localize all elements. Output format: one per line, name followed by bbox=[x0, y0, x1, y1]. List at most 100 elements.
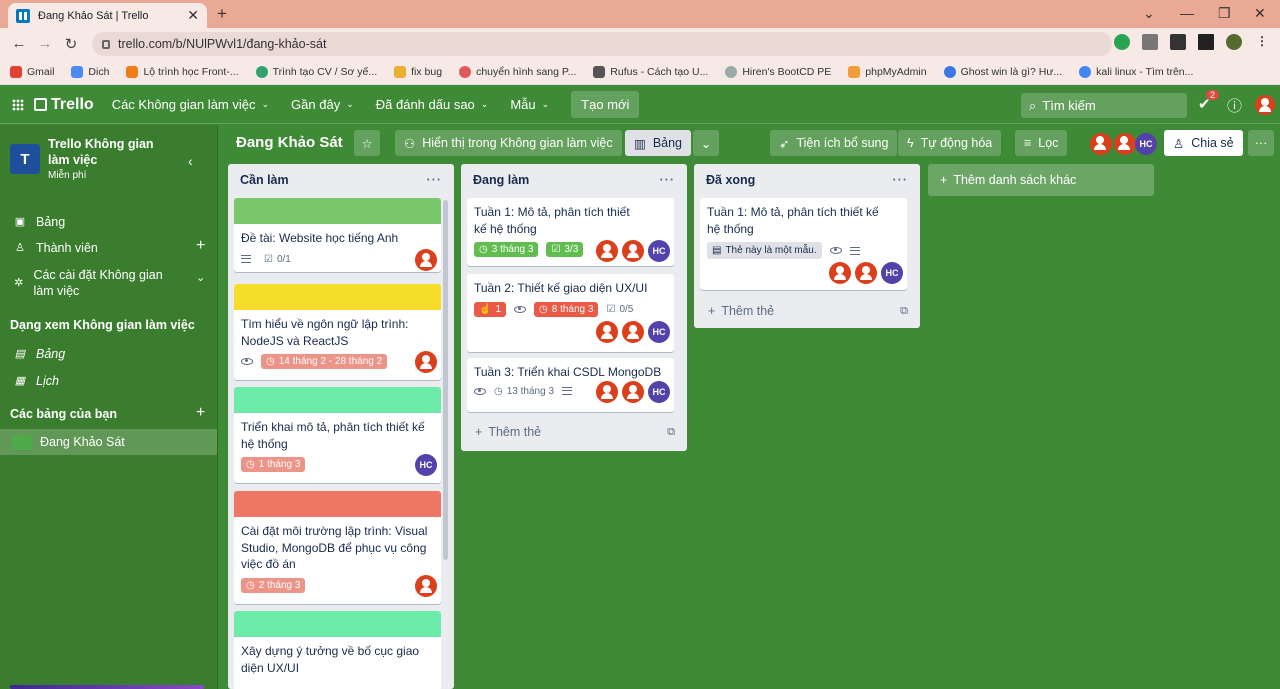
grammarly-icon[interactable] bbox=[1114, 34, 1130, 50]
extensions-icon[interactable] bbox=[1170, 34, 1186, 50]
templates-menu[interactable]: Mẫu ⌄ bbox=[510, 97, 549, 112]
add-card-button[interactable]: + Thêm thẻ bbox=[475, 425, 541, 439]
maximize-icon[interactable]: ❐ bbox=[1218, 5, 1231, 22]
card-member-avatar-hc[interactable]: HC bbox=[648, 320, 670, 343]
member-avatar-hc[interactable]: HC bbox=[1135, 133, 1157, 155]
due-date-badge[interactable]: ◷ 1 tháng 3 bbox=[241, 457, 306, 472]
reload-icon[interactable]: ↻ bbox=[58, 35, 84, 53]
bookmark-item[interactable]: Lộ trình học Front-... bbox=[126, 65, 239, 78]
list-title[interactable]: Đã xong bbox=[706, 173, 755, 187]
user-avatar[interactable] bbox=[1255, 95, 1275, 115]
card-member-avatar[interactable] bbox=[596, 320, 618, 343]
card-member-avatar[interactable] bbox=[855, 262, 877, 284]
bookmark-item[interactable]: fix bug bbox=[394, 65, 442, 78]
list-menu-icon[interactable]: ··· bbox=[893, 173, 909, 187]
forward-icon[interactable]: → bbox=[32, 35, 58, 52]
add-board-icon[interactable]: + bbox=[196, 404, 205, 422]
card-member-avatar[interactable] bbox=[596, 240, 618, 262]
apps-grid-icon[interactable] bbox=[12, 98, 24, 111]
card-member-avatar-hc[interactable]: HC bbox=[415, 454, 437, 476]
card[interactable]: Xây dựng ý tưởng về bố cục giao diện UX/… bbox=[234, 611, 441, 689]
sidebar-item-board-view[interactable]: ▤ Bảng bbox=[14, 346, 65, 362]
add-list-button[interactable]: + Thêm danh sách khác bbox=[928, 164, 1154, 196]
automation-button[interactable]: ϟ Tự động hóa bbox=[898, 130, 1002, 156]
bookmark-item[interactable]: phpMyAdmin bbox=[848, 65, 927, 78]
bookmark-item[interactable]: kali linux - Tìm trên... bbox=[1079, 65, 1193, 78]
share-button[interactable]: ♙ Chia sẻ bbox=[1164, 130, 1243, 156]
chevron-down-icon[interactable]: ⌄ bbox=[196, 271, 205, 284]
card-member-avatar[interactable] bbox=[415, 248, 437, 271]
minimize-icon[interactable]: — bbox=[1180, 5, 1194, 21]
url-bar[interactable]: trello.com/b/NUlPWvl1/đang-khảo-sát bbox=[92, 32, 1112, 56]
due-date-badge[interactable]: ◷ 8 tháng 3 bbox=[534, 301, 599, 317]
list-menu-icon[interactable]: ··· bbox=[427, 173, 443, 187]
bookmark-item[interactable]: Ghost win là gì? Hư... bbox=[943, 65, 1062, 78]
card[interactable]: Tìm hiểu về ngôn ngữ lập trình: NodeJS v… bbox=[234, 284, 441, 380]
create-from-template-icon[interactable]: ⧉ bbox=[667, 426, 675, 439]
card-member-avatar[interactable] bbox=[829, 262, 851, 284]
back-icon[interactable]: ← bbox=[6, 35, 32, 52]
card[interactable]: Cài đặt môi trường lập trình: Visual Stu… bbox=[234, 491, 441, 604]
list-menu-icon[interactable]: ··· bbox=[660, 173, 676, 187]
due-date-badge[interactable]: ◷ 3 tháng 3 bbox=[474, 242, 539, 257]
list-title[interactable]: Đang làm bbox=[473, 173, 529, 187]
sidebar-item-members[interactable]: ♙ Thành viên bbox=[14, 240, 98, 256]
board-title[interactable]: Đang Khảo Sát bbox=[236, 134, 343, 151]
board-view-button[interactable]: ▥ Bảng bbox=[625, 130, 692, 156]
card-member-avatar[interactable] bbox=[622, 240, 644, 262]
bookmark-item[interactable]: Rufus - Cách tạo U... bbox=[593, 65, 708, 78]
sidebar-item-calendar-view[interactable]: ▦ Lịch bbox=[14, 373, 59, 389]
browser-tab[interactable]: Đang Khảo Sát | Trello ✕ bbox=[8, 3, 207, 28]
sidebar-board-item[interactable]: Đang Khảo Sát bbox=[0, 429, 217, 455]
bookmark-item[interactable]: Hiren's BootCD PE bbox=[725, 65, 831, 78]
card-member-avatar-hc[interactable]: HC bbox=[881, 262, 903, 284]
create-button[interactable]: Tạo mới bbox=[571, 91, 640, 118]
visibility-button[interactable]: ⚇ Hiển thị trong Không gian làm việc bbox=[395, 130, 622, 156]
profile-avatar[interactable] bbox=[1226, 34, 1242, 50]
recent-menu[interactable]: Gần đây ⌄ bbox=[291, 97, 354, 112]
close-window-icon[interactable]: ✕ bbox=[1254, 5, 1266, 22]
member-avatar[interactable] bbox=[1090, 133, 1112, 155]
card-member-avatar[interactable] bbox=[622, 320, 644, 343]
help-icon[interactable]: ⓘ bbox=[1227, 95, 1242, 116]
card[interactable]: Triển khai mô tả, phân tích thiết kế hệ … bbox=[234, 387, 441, 483]
bookmark-item[interactable]: Gmail bbox=[10, 65, 54, 78]
list-title[interactable]: Cần làm bbox=[240, 173, 289, 187]
card-member-avatar[interactable] bbox=[596, 380, 618, 403]
workspace-avatar[interactable]: T bbox=[10, 144, 40, 174]
card-member-avatar[interactable] bbox=[622, 380, 644, 403]
card-member-avatar-hc[interactable]: HC bbox=[648, 380, 670, 403]
workspaces-menu[interactable]: Các Không gian làm việc ⌄ bbox=[112, 97, 269, 112]
filter-button[interactable]: ≡ Lọc bbox=[1015, 130, 1068, 156]
create-from-template-icon[interactable]: ⧉ bbox=[900, 305, 908, 318]
due-date-badge[interactable]: ◷ 14 tháng 2 - 28 tháng 2 bbox=[261, 354, 388, 369]
side-panel-icon[interactable] bbox=[1198, 34, 1214, 50]
trello-logo[interactable]: Trello bbox=[34, 96, 94, 114]
card[interactable]: Tuần 1: Mô tả, phân tích thiết kế hệ thố… bbox=[467, 198, 674, 266]
card-member-avatar[interactable] bbox=[415, 574, 437, 597]
card[interactable]: Tuần 3: Triển khai CSDL MongoDB ◷ 13 thán… bbox=[467, 358, 674, 412]
bookmark-item[interactable]: Trình tạo CV / Sơ yế... bbox=[255, 65, 377, 78]
card[interactable]: Tuần 2: Thiết kế giao diện UX/UI ☝ 1 ◷ 8 t… bbox=[467, 274, 674, 352]
add-card-button[interactable]: + Thêm thẻ bbox=[708, 304, 774, 318]
sidebar-item-settings[interactable]: ✲ Các cài đặt Không gian làm việc bbox=[14, 267, 174, 299]
workspace-name[interactable]: Trello Không gian làm việc bbox=[48, 136, 178, 168]
due-date-badge[interactable]: ◷ 13 tháng 3 bbox=[494, 386, 554, 397]
cast-icon[interactable] bbox=[1142, 34, 1158, 50]
upgrade-banner[interactable] bbox=[10, 685, 204, 689]
add-member-icon[interactable]: + bbox=[196, 237, 205, 255]
powerups-button[interactable]: ➶ Tiện ích bổ sung bbox=[770, 130, 898, 156]
bookmark-item[interactable]: chuyển hình sang P... bbox=[459, 65, 576, 78]
view-switcher-button[interactable]: ⌄ bbox=[693, 130, 719, 156]
close-tab-icon[interactable]: ✕ bbox=[187, 7, 199, 24]
list-scrollbar[interactable] bbox=[443, 200, 448, 560]
card[interactable]: Tuần 1: Mô tả, phân tích thiết kế hệ thố… bbox=[700, 198, 907, 290]
board-menu-button[interactable]: ··· bbox=[1248, 130, 1274, 156]
menu-icon[interactable]: ⋮ bbox=[1254, 34, 1270, 50]
card-member-avatar[interactable] bbox=[415, 351, 437, 373]
star-icon[interactable]: ☆ bbox=[354, 130, 380, 156]
starred-menu[interactable]: Đã đánh dấu sao ⌄ bbox=[376, 97, 489, 112]
collapse-sidebar-icon[interactable]: ‹ bbox=[188, 153, 193, 169]
card[interactable]: Đề tài: Website học tiếng Anh ☑ 0/1 bbox=[234, 198, 441, 272]
votes-badge[interactable]: ☝ 1 bbox=[474, 301, 507, 317]
